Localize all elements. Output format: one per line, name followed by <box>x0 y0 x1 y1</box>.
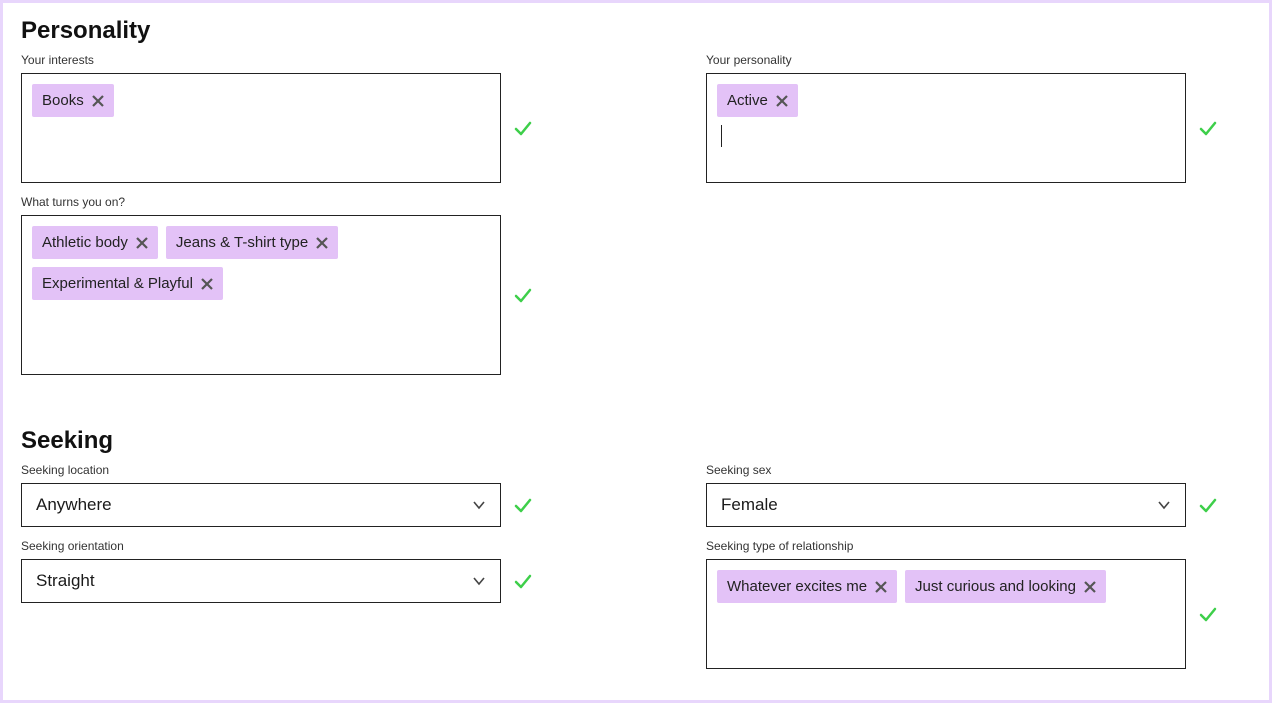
chevron-down-icon <box>472 574 486 588</box>
chevron-down-icon <box>472 498 486 512</box>
seeking-location-field: Seeking location Anywhere <box>21 463 566 527</box>
personality-field: Your personality Active <box>706 53 1251 183</box>
seeking-sex-label: Seeking sex <box>706 463 1251 477</box>
remove-icon[interactable] <box>1084 581 1096 593</box>
remove-icon[interactable] <box>136 237 148 249</box>
seeking-sex-select[interactable]: Female <box>706 483 1186 527</box>
turnson-label: What turns you on? <box>21 195 566 209</box>
tag-jeans-tshirt[interactable]: Jeans & T-shirt type <box>166 226 338 259</box>
seeking-heading: Seeking <box>21 427 1251 455</box>
seeking-location-label: Seeking location <box>21 463 566 477</box>
tag-label: Jeans & T-shirt type <box>176 234 308 251</box>
tag-active[interactable]: Active <box>717 84 798 117</box>
tag-just-curious[interactable]: Just curious and looking <box>905 570 1106 603</box>
check-icon <box>1198 118 1218 138</box>
tag-label: Athletic body <box>42 234 128 251</box>
select-value: Female <box>721 495 778 515</box>
seeking-orientation-select[interactable]: Straight <box>21 559 501 603</box>
seeking-sex-field: Seeking sex Female <box>706 463 1251 527</box>
check-icon <box>1198 604 1218 624</box>
select-value: Anywhere <box>36 495 112 515</box>
tag-label: Just curious and looking <box>915 578 1076 595</box>
tag-label: Books <box>42 92 84 109</box>
check-icon <box>1198 495 1218 515</box>
seeking-location-select[interactable]: Anywhere <box>21 483 501 527</box>
personality-label: Your personality <box>706 53 1251 67</box>
remove-icon[interactable] <box>316 237 328 249</box>
seeking-grid: Seeking location Anywhere Seeking sex Fe… <box>21 463 1251 681</box>
form-panel: Personality Your interests Books Your pe… <box>3 3 1269 700</box>
seeking-orientation-field: Seeking orientation Straight <box>21 539 566 669</box>
check-icon <box>513 118 533 138</box>
seeking-relationship-field: Seeking type of relationship Whatever ex… <box>706 539 1251 669</box>
turnson-tagbox[interactable]: Athletic body Jeans & T-shirt type Exper… <box>21 215 501 375</box>
personality-heading: Personality <box>21 17 1251 45</box>
interests-tagbox[interactable]: Books <box>21 73 501 183</box>
personality-tagbox[interactable]: Active <box>706 73 1186 183</box>
interests-label: Your interests <box>21 53 566 67</box>
remove-icon[interactable] <box>92 95 104 107</box>
check-icon <box>513 495 533 515</box>
seeking-orientation-label: Seeking orientation <box>21 539 566 553</box>
tag-label: Active <box>727 92 768 109</box>
seeking-relationship-label: Seeking type of relationship <box>706 539 1251 553</box>
tag-whatever-excites[interactable]: Whatever excites me <box>717 570 897 603</box>
text-caret <box>721 125 722 147</box>
remove-icon[interactable] <box>875 581 887 593</box>
turnson-field: What turns you on? Athletic body Jeans &… <box>21 195 566 375</box>
tag-books[interactable]: Books <box>32 84 114 117</box>
remove-icon[interactable] <box>776 95 788 107</box>
personality-grid: Your interests Books Your personality Ac… <box>21 53 1251 387</box>
check-icon <box>513 285 533 305</box>
tag-experimental[interactable]: Experimental & Playful <box>32 267 223 300</box>
remove-icon[interactable] <box>201 278 213 290</box>
check-icon <box>513 571 533 591</box>
seeking-relationship-tagbox[interactable]: Whatever excites me Just curious and loo… <box>706 559 1186 669</box>
tag-athletic-body[interactable]: Athletic body <box>32 226 158 259</box>
select-value: Straight <box>36 571 95 591</box>
interests-field: Your interests Books <box>21 53 566 183</box>
tag-label: Experimental & Playful <box>42 275 193 292</box>
chevron-down-icon <box>1157 498 1171 512</box>
tag-label: Whatever excites me <box>727 578 867 595</box>
